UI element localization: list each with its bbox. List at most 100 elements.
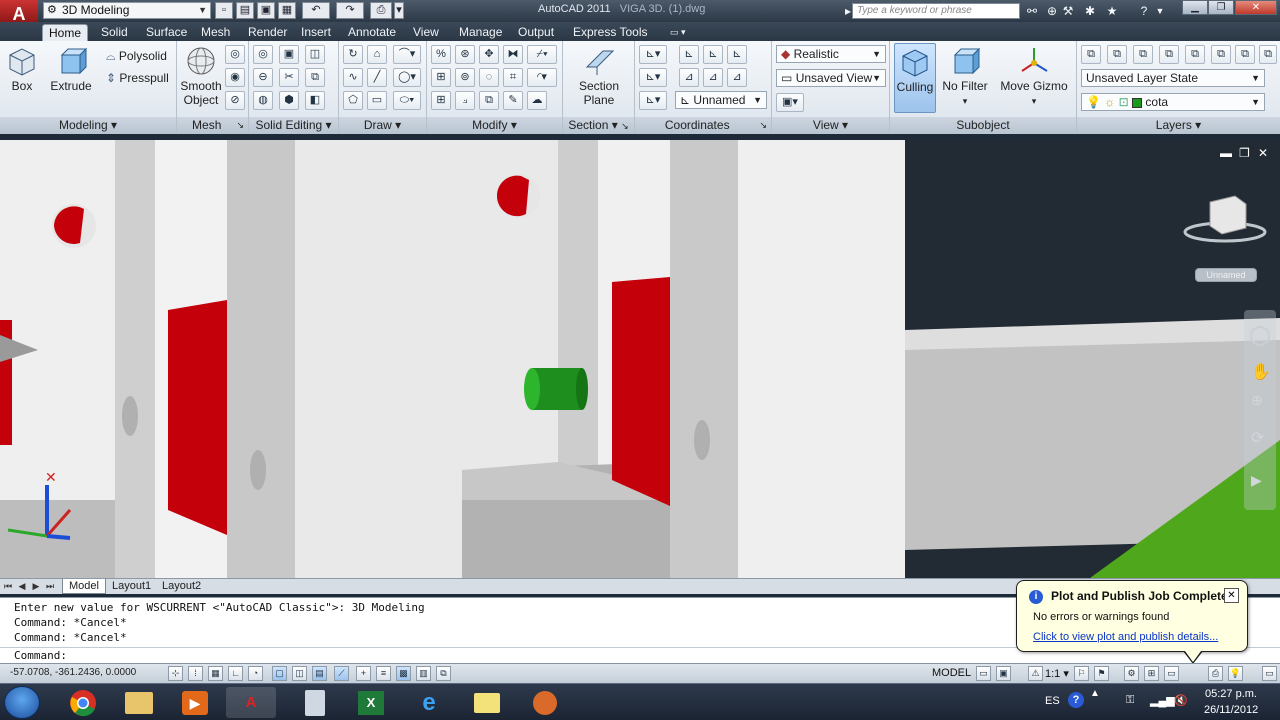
union-icon[interactable]: ◎ [253, 45, 273, 64]
infer-constraints-icon[interactable]: ⊹ [168, 666, 183, 681]
panel-title-modify[interactable]: Modify ▾ [427, 117, 562, 134]
annotation-scale[interactable]: 1:1 ▾ [1045, 667, 1069, 680]
viewports-icon[interactable]: ▣▾ [776, 93, 804, 112]
panel-title-view[interactable]: View ▾ [772, 117, 889, 134]
tab-output[interactable]: Output [512, 24, 560, 41]
redo-icon[interactable]: ↷ [336, 2, 364, 19]
notification-close-button[interactable]: ✕ [1224, 588, 1239, 603]
explode-icon[interactable]: ☁ [527, 91, 547, 110]
search-input[interactable]: Type a keyword or phrase [852, 3, 1020, 19]
snap-mode-icon[interactable]: ⁞ [188, 666, 203, 681]
showmotion-icon[interactable]: ▶ [1251, 472, 1262, 489]
volume-muted-icon[interactable]: 🔇 [1174, 694, 1188, 707]
tab-model[interactable]: Model [62, 579, 106, 594]
quick-view-drawings-icon[interactable]: ▣ [996, 666, 1011, 681]
tab-insert[interactable]: Insert [295, 24, 337, 41]
extrude-faces-icon[interactable]: ◫ [305, 45, 325, 64]
calculator-icon[interactable] [290, 687, 340, 718]
move-icon[interactable]: ✥ [479, 45, 499, 64]
scale-icon[interactable]: % [431, 45, 451, 64]
orbit-icon[interactable]: ⟳ [1251, 428, 1264, 448]
help-tray-icon[interactable]: ? [1068, 692, 1084, 708]
offset-icon[interactable]: ⌿▾ [527, 45, 557, 64]
favorites-icon[interactable]: ✱ [1082, 3, 1098, 19]
panel-title-modeling[interactable]: Modeling ▾ [0, 117, 176, 134]
ucs-y-icon[interactable]: ⊾ [703, 45, 723, 64]
next-layout-icon[interactable]: ▶ [30, 580, 42, 593]
layer-dropdown[interactable]: 💡 ☼ ⊡ cota ▼ [1081, 93, 1265, 111]
tab-view[interactable]: View [407, 24, 445, 41]
restore-button[interactable]: ❐ [1208, 0, 1234, 15]
stretch-icon[interactable]: ⟓ [455, 91, 475, 110]
layer-tool-6-icon[interactable]: ⧉ [1235, 45, 1255, 64]
copy-icon[interactable]: ⧉ [479, 91, 499, 110]
tray-overflow-icon[interactable]: ▲ [1090, 688, 1100, 699]
communication-center-icon[interactable]: ⚒ [1060, 3, 1076, 19]
rotate-icon[interactable]: ◌ [479, 68, 499, 87]
workspace-dropdown[interactable]: ⚙ 3D Modeling ▼ [43, 2, 211, 19]
3d-rotate-icon[interactable]: ⊛ [455, 45, 475, 64]
close-button[interactable]: ✕ [1235, 0, 1277, 15]
ortho-mode-icon[interactable]: ∟ [228, 666, 243, 681]
last-layout-icon[interactable]: ⏭ [44, 580, 56, 593]
tab-mesh[interactable]: Mesh [195, 24, 236, 41]
language-indicator[interactable]: ES [1045, 695, 1060, 707]
no-filter-button[interactable]: No Filter ▾ [940, 45, 990, 107]
boundary-icon[interactable]: ⌂ [367, 45, 387, 64]
viewport-restore-icon[interactable]: ❐ [1239, 146, 1250, 160]
ucs-icon[interactable]: ⊾▾ [639, 45, 667, 64]
saved-view-dropdown[interactable]: ▭ Unsaved View ▼ [776, 69, 886, 87]
prev-layout-icon[interactable]: ◀ [16, 580, 28, 593]
zoom-icon[interactable]: ⊕ [1251, 392, 1263, 409]
network-icon[interactable]: ▂▄▆ [1150, 694, 1175, 707]
media-player-icon[interactable]: ▶ [170, 687, 220, 718]
align-icon[interactable]: ⊞ [431, 68, 451, 87]
panel-title-layers[interactable]: Layers ▾ [1077, 117, 1280, 134]
intersect-icon[interactable]: ◍ [253, 91, 273, 110]
tab-layout1[interactable]: Layout1 [106, 579, 157, 594]
polygon-icon[interactable]: ⬠ [343, 91, 363, 110]
object-snap-icon[interactable]: ▢ [272, 666, 287, 681]
excel-icon[interactable]: X [346, 687, 396, 718]
erase-icon[interactable]: ✎ [503, 91, 523, 110]
mesh-tool-3-icon[interactable]: ⊘ [225, 91, 245, 110]
new-file-icon[interactable]: ▫ [215, 2, 233, 19]
layer-tool-2-icon[interactable]: ⧉ [1133, 45, 1153, 64]
cursor-coordinates[interactable]: -57.0708, -361.2436, 0.0000 [10, 667, 136, 678]
tab-annotate[interactable]: Annotate [342, 24, 402, 41]
annotation-visibility-icon[interactable]: ⚐ [1074, 666, 1089, 681]
named-ucs-dropdown[interactable]: ⊾ Unnamed ▼ [675, 91, 767, 109]
chrome-icon[interactable] [58, 687, 108, 718]
tab-manage[interactable]: Manage [453, 24, 508, 41]
spline-icon[interactable]: ∿ [343, 68, 363, 87]
first-layout-icon[interactable]: ⏮ [2, 580, 14, 593]
culling-button[interactable]: Culling [894, 43, 936, 113]
workspace-switching-icon[interactable]: ⚙ [1124, 666, 1139, 681]
trim-icon[interactable]: ⌗ [503, 68, 523, 87]
qat-customize-icon[interactable]: ▾ [394, 2, 404, 19]
object-snap-tracking-icon[interactable]: ▤ [312, 666, 327, 681]
hardware-acceleration-icon[interactable]: ▭ [1164, 666, 1179, 681]
ucs-view-icon[interactable]: ⊾▾ [639, 91, 667, 110]
extrude-button[interactable]: Extrude [48, 45, 94, 93]
presspull-button[interactable]: ⇕ Presspull [106, 71, 169, 85]
clock-date[interactable]: 26/11/2012 [1204, 704, 1258, 716]
layer-tool-1-icon[interactable]: ⧉ [1107, 45, 1127, 64]
separate-icon[interactable]: ⧉ [305, 68, 325, 87]
viewcube[interactable] [1184, 192, 1270, 242]
ucs-3point-icon[interactable]: ⊿ [727, 68, 747, 87]
clock-time[interactable]: 05:27 p.m. [1205, 688, 1257, 700]
layer-properties-icon[interactable]: ⧉ [1081, 45, 1101, 64]
save-as-icon[interactable]: ▦ [278, 2, 296, 19]
move-gizmo-button[interactable]: Move Gizmo ▾ [998, 45, 1070, 107]
arc-icon[interactable]: ⌒▾ [393, 45, 421, 64]
tab-render[interactable]: Render [242, 24, 293, 41]
help-dropdown-icon[interactable]: ▼ [1152, 3, 1168, 19]
minimize-button[interactable]: ▁ [1182, 0, 1208, 15]
panel-title-coordinates[interactable]: Coordinates ↘ [635, 117, 771, 134]
app-hand-icon[interactable] [520, 687, 570, 718]
file-explorer-icon[interactable] [114, 687, 164, 718]
tab-solid[interactable]: Solid [95, 24, 134, 41]
toolbar-lock-icon[interactable]: ⊞ [1144, 666, 1159, 681]
plot-publish-status-icon[interactable]: ⎙ [1208, 666, 1223, 681]
